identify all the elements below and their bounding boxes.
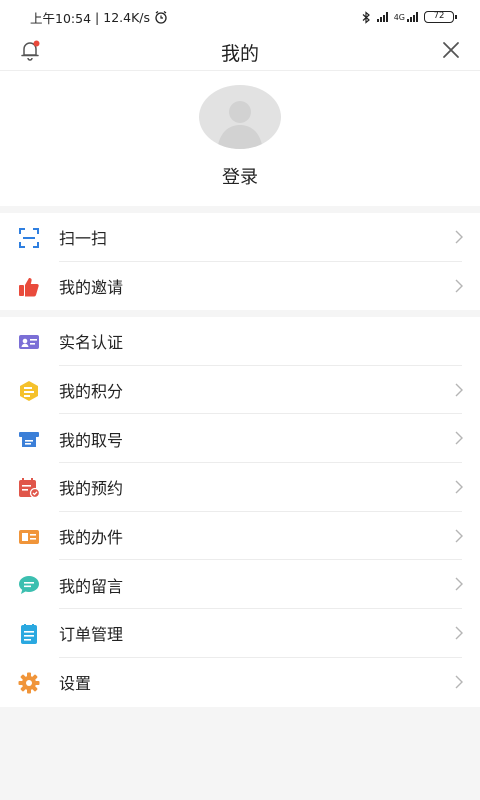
chevron-right-icon [455,480,463,494]
menu-item-label: 我的办件 [59,528,124,548]
scan-icon [19,228,39,248]
menu-item-real-name-auth[interactable]: 实名认证 [0,317,480,366]
menu-item-label: 我的积分 [59,382,124,402]
status-separator: | [95,9,100,25]
chevron-right-icon [455,675,463,689]
battery-icon: 72 [424,11,457,23]
status-bar: 上午10:54 | 12.4K/s 4G 72 [0,0,480,34]
alarm-icon [155,10,167,24]
chevron-right-icon [455,577,463,591]
menu-item-invitation[interactable]: 我的邀请 [0,262,480,311]
menu-item-label: 订单管理 [59,625,124,645]
calendar-icon [19,478,40,499]
status-left: 上午10:54 | 12.4K/s [30,8,168,27]
menu-item-scan[interactable]: 扫一扫 [0,213,480,262]
menu-item-label: 我的邀请 [59,278,124,298]
status-right: 4G 72 [361,10,457,24]
menu-item-appointment[interactable]: 我的预约 [0,463,480,512]
chevron-right-icon [455,626,463,640]
id-card-icon [19,335,39,349]
bell-icon[interactable] [18,38,42,62]
menu-item-label: 我的取号 [59,430,124,450]
signal-icon [376,12,388,22]
menu-item-label: 我的预约 [59,479,124,499]
signal-4g-icon [407,12,418,22]
order-list-icon [21,624,37,645]
menu-item-messages[interactable]: 我的留言 [0,560,480,610]
menu-item-points[interactable]: 我的积分 [0,366,480,415]
status-network-speed: 12.4K/s [103,9,151,25]
gear-icon [18,672,40,694]
menu-item-queue-number[interactable]: 我的取号 [0,414,480,464]
menu-item-my-cases[interactable]: 我的办件 [0,512,480,561]
profile-section: 登录 [0,70,480,206]
menu-item-settings[interactable]: 设置 [0,658,480,707]
app-header: 我的 [0,34,480,70]
close-icon[interactable] [440,39,462,61]
message-icon [19,576,39,595]
menu-item-label: 扫一扫 [59,229,108,249]
menu-item-label: 实名认证 [59,333,124,353]
points-icon [20,380,38,401]
menu-item-order-management[interactable]: 订单管理 [0,609,480,658]
document-icon [19,529,39,544]
network-type-label: 4G [393,12,405,22]
login-button[interactable]: 登录 [0,163,480,189]
battery-level: 72 [433,11,445,21]
chevron-right-icon [455,431,463,445]
avatar[interactable] [199,85,281,149]
menu-group-services: 实名认证 我的积分 我的取号 我的预约 我的办件 我的留言 订单管理 设置 [0,317,480,707]
menu-item-label: 我的留言 [59,576,124,596]
chevron-right-icon [455,279,463,293]
chevron-right-icon [455,383,463,397]
menu-group-primary: 扫一扫 我的邀请 [0,213,480,311]
bluetooth-icon [362,10,370,24]
page-title: 我的 [220,42,259,65]
chevron-right-icon [455,529,463,543]
ticket-icon [19,432,39,448]
status-time: 上午10:54 [30,10,92,26]
default-user-icon [217,101,263,149]
thumbs-up-icon [19,277,39,297]
menu-item-label: 设置 [59,674,92,694]
chevron-right-icon [455,230,463,244]
